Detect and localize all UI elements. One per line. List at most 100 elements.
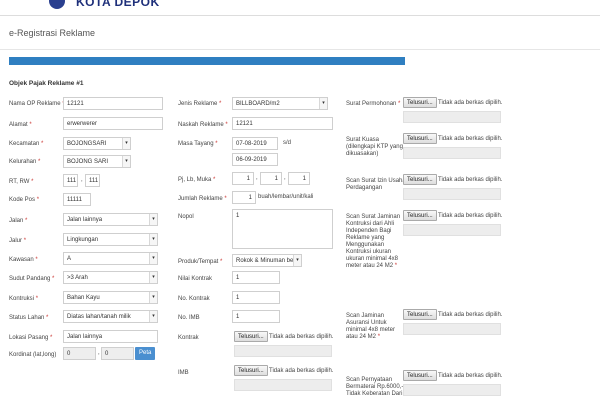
- imb-file-label: IMB: [178, 370, 189, 376]
- longitude-input[interactable]: 0: [101, 347, 134, 360]
- izin-usaha-button[interactable]: Telusuri...: [403, 174, 437, 185]
- city-logo-icon: [49, 0, 65, 9]
- jaminan-kontruksi-label: Scan Surat Jaminan Kontruksi dari Ahli I…: [346, 214, 401, 269]
- jumlah-reklame-label: Jumlah Reklame *: [178, 196, 227, 202]
- divider: [0, 49, 600, 50]
- logo-text: KOTA DEPOK: [76, 0, 160, 9]
- kodepos-label: Kode Pos *: [9, 197, 40, 203]
- chevron-down-icon: ▾: [122, 156, 130, 167]
- produk-label: Produk/Tempat *: [178, 259, 223, 265]
- lb-separator: ,: [284, 175, 286, 181]
- jenis-reklame-label: Jenis Reklame *: [178, 101, 222, 107]
- progress-bar: [9, 57, 405, 65]
- no-kontrak-label: No. Kontrak: [178, 296, 210, 302]
- pernyataan-preview: [403, 384, 501, 396]
- chevron-down-icon: ▾: [293, 255, 301, 266]
- rt-input[interactable]: 111: [63, 174, 78, 187]
- jumlah-input[interactable]: 1: [232, 191, 256, 204]
- surat-kuasa-preview: [403, 147, 501, 159]
- chevron-down-icon: ▾: [149, 272, 157, 283]
- jalur-select[interactable]: Lingkungan ▾: [63, 233, 158, 246]
- pj-lb-muka-label: Pj, Lb, Muka *: [178, 177, 216, 183]
- izin-usaha-status: Tidak ada berkas dipilih.: [438, 177, 503, 183]
- sudut-pandang-label: Sudut Pandang *: [9, 276, 55, 282]
- section-title: Objek Pajak Reklame #1: [9, 80, 84, 87]
- surat-permohonan-status: Tidak ada berkas dipilih.: [438, 100, 503, 106]
- naskah-input[interactable]: 12121: [232, 117, 333, 130]
- latitude-input[interactable]: 0: [63, 347, 96, 360]
- kontrak-file-button[interactable]: Telusuri...: [234, 331, 268, 342]
- imb-file-status: Tidak ada berkas dipilih.: [269, 368, 334, 374]
- kecamatan-select[interactable]: BOJONGSARI ▾: [63, 137, 131, 150]
- chevron-down-icon: ▾: [149, 311, 157, 322]
- pernyataan-status: Tidak ada berkas dipilih.: [438, 373, 503, 379]
- chevron-down-icon: ▾: [149, 214, 157, 225]
- kodepos-input[interactable]: 11111: [63, 193, 91, 206]
- jalur-label: Jalur *: [9, 238, 27, 244]
- kelurahan-label: Kelurahan *: [9, 159, 41, 165]
- status-lahan-select[interactable]: Diatas lahan/tanah milik ▾: [63, 310, 158, 323]
- nopol-textarea[interactable]: 1: [232, 209, 333, 249]
- naskah-label: Naskah Reklame *: [178, 122, 228, 128]
- chevron-down-icon: ▾: [149, 292, 157, 303]
- masa-tayang-sd: s/d: [283, 140, 292, 146]
- no-imb-label: No. IMB: [178, 315, 200, 321]
- surat-kuasa-label: Surat Kuasa (dilengkapi KTP yang dikuasa…: [346, 137, 403, 157]
- nama-op-label: Nama OP Reklame *: [9, 101, 65, 107]
- nilai-kontrak-label: Nilai Kontrak: [178, 276, 213, 282]
- rtrw-separator: ,: [81, 177, 83, 183]
- lokasi-pasang-input[interactable]: Jalan lainnya: [63, 330, 158, 343]
- surat-kuasa-status: Tidak ada berkas dipilih.: [438, 136, 503, 142]
- jenis-reklame-select[interactable]: BILLBOARD/m2 ▾: [232, 97, 328, 110]
- surat-kuasa-button[interactable]: Telusuri...: [403, 133, 437, 144]
- kawasan-select[interactable]: A ▾: [63, 252, 158, 265]
- no-imb-input[interactable]: 1: [232, 310, 280, 323]
- sudut-pandang-select[interactable]: >3 Arah ▾: [63, 271, 158, 284]
- kontrak-file-status: Tidak ada berkas dipilih.: [269, 334, 334, 340]
- status-lahan-label: Status Lahan *: [9, 315, 49, 321]
- rw-input[interactable]: 111: [85, 174, 100, 187]
- surat-permohonan-preview: [403, 111, 501, 123]
- jumlah-unit: buah/lembar/unit/kali: [258, 194, 314, 200]
- konstruksi-label: Kontruksi *: [9, 296, 39, 302]
- masa-tayang-to-input[interactable]: 06-09-2019: [232, 153, 278, 166]
- alamat-label: Alamat *: [9, 122, 32, 128]
- rtrw-label: RT, RW *: [9, 179, 34, 185]
- no-kontrak-input[interactable]: 1: [232, 291, 280, 304]
- kelurahan-select[interactable]: BOJONG SARI ▾: [63, 155, 131, 168]
- lebar-input[interactable]: 1: [260, 172, 282, 185]
- jaminan-asuransi-label: Scan Jaminan Asuransi Untuk minimal 4x8 …: [346, 313, 396, 340]
- jaminan-asuransi-status: Tidak ada berkas dipilih.: [438, 312, 503, 318]
- jaminan-kontruksi-preview: [403, 224, 501, 236]
- imb-file-preview: [234, 379, 332, 391]
- kontrak-file-label: Kontrak: [178, 335, 199, 341]
- nopol-label: Nopol: [178, 214, 194, 220]
- muka-input[interactable]: 1: [288, 172, 310, 185]
- chevron-down-icon: ▾: [149, 253, 157, 264]
- produk-select[interactable]: Rokok & Minuman beral ▾: [232, 254, 302, 267]
- surat-permohonan-label: Surat Permohonan *: [346, 101, 401, 107]
- masa-tayang-from-input[interactable]: 07-08-2019: [232, 137, 278, 150]
- jaminan-kontruksi-button[interactable]: Telusuri...: [403, 210, 437, 221]
- alamat-input[interactable]: erwerwerer: [63, 117, 163, 130]
- surat-permohonan-button[interactable]: Telusuri...: [403, 97, 437, 108]
- top-header: KOTA DEPOK: [0, 0, 600, 16]
- masa-tayang-label: Masa Tayang *: [178, 141, 218, 147]
- pernyataan-button[interactable]: Telusuri...: [403, 370, 437, 381]
- nama-op-input[interactable]: 12121: [63, 97, 163, 110]
- pernyataan-label: Scan Pernyataan Bermaterai Rp.6000,- Tid…: [346, 377, 404, 397]
- chevron-down-icon: ▾: [319, 98, 327, 109]
- nilai-kontrak-input[interactable]: 1: [232, 271, 280, 284]
- pj-separator: ,: [256, 175, 258, 181]
- chevron-down-icon: ▾: [149, 234, 157, 245]
- jaminan-asuransi-button[interactable]: Telusuri...: [403, 309, 437, 320]
- jalan-select[interactable]: Jalan lainnya ▾: [63, 213, 158, 226]
- jaminan-asuransi-preview: [403, 323, 501, 335]
- koordinat-label: Kordinat (lat,long): [9, 352, 57, 358]
- kecamatan-label: Kecamatan *: [9, 141, 44, 147]
- panjang-input[interactable]: 1: [232, 172, 254, 185]
- konstruksi-select[interactable]: Bahan Kayu ▾: [63, 291, 158, 304]
- kontrak-file-preview: [234, 345, 332, 357]
- imb-file-button[interactable]: Telusuri...: [234, 365, 268, 376]
- peta-button[interactable]: Peta: [135, 347, 156, 360]
